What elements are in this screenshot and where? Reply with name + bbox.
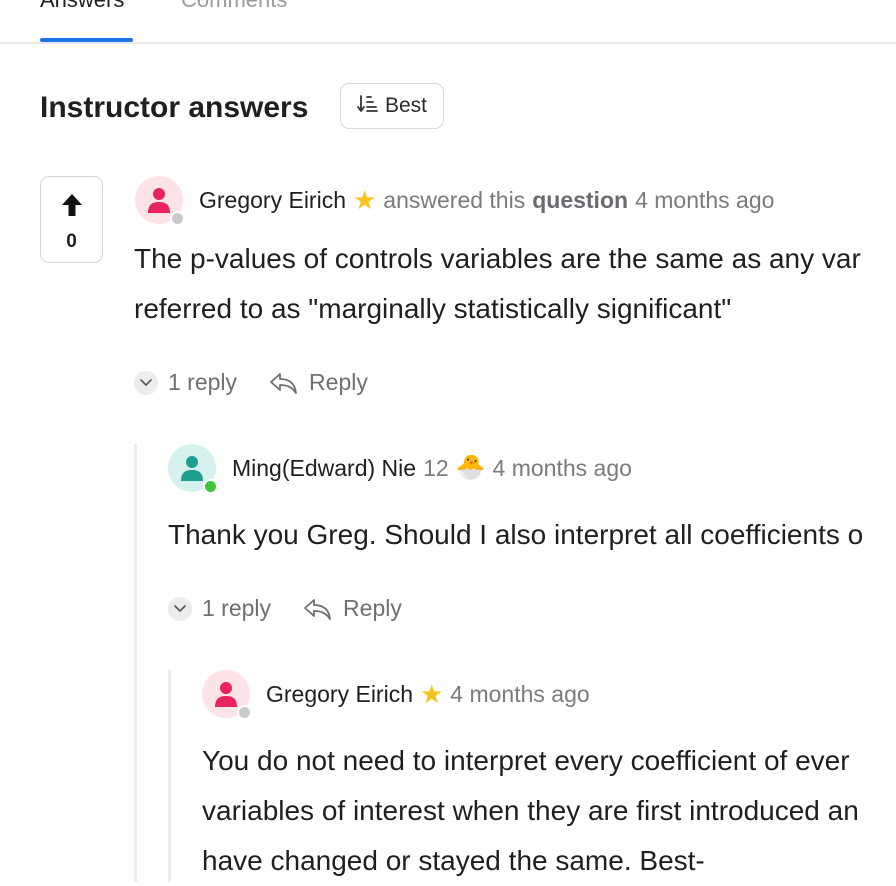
chevron-down-icon[interactable] [134, 370, 158, 395]
author-name[interactable]: Ming(Edward) Nie [232, 453, 416, 483]
section-title: Instructor answers [40, 91, 309, 124]
star-icon: ★ [419, 679, 444, 709]
person-icon [148, 188, 170, 213]
star-icon: ★ [352, 185, 377, 215]
reply-body-line: Thank you Greg. Should I also interpret … [168, 519, 864, 550]
answer-actions: 1 reply Reply [134, 369, 368, 396]
sort-label: Best [384, 94, 428, 117]
answer-meta: Gregory Eirich ★ answered this question … [199, 185, 774, 215]
reply-icon [304, 598, 331, 620]
person-icon [181, 456, 203, 481]
reply-meta: Gregory Eirich ★ 4 months ago [266, 679, 590, 709]
avatar[interactable] [168, 444, 218, 494]
reply-body-line: variables of interest when they are firs… [202, 795, 859, 826]
timestamp: 4 months ago [450, 681, 590, 707]
karma-score: 12 [423, 455, 449, 481]
reply-count[interactable]: 1 reply [168, 369, 237, 396]
reply-icon [270, 372, 297, 394]
reply-count[interactable]: 1 reply [202, 595, 271, 622]
reply-button[interactable]: Reply [303, 595, 402, 622]
answer-body-line: referred to as "marginally statistically… [134, 293, 732, 324]
reply-label: Reply [343, 595, 402, 621]
sort-button[interactable]: Best [340, 83, 444, 129]
status-dot [237, 705, 252, 720]
vote-box: 0 [40, 176, 103, 263]
person-icon [215, 682, 237, 707]
chevron-down-icon[interactable] [168, 596, 192, 621]
reply-meta: Ming(Edward) Nie 12 🐣 4 months ago [232, 453, 632, 483]
thread-line [168, 670, 171, 882]
timestamp: 4 months ago [492, 455, 632, 481]
answer-body-line: The p-values of controls variables are t… [134, 243, 861, 274]
reply-body-line: You do not need to interpret every coeff… [202, 745, 850, 776]
reply-actions: 1 reply Reply [168, 595, 402, 622]
vote-count: 0 [66, 231, 77, 252]
author-name[interactable]: Gregory Eirich [266, 679, 413, 709]
tab-answers[interactable]: Answers [40, 0, 124, 14]
avatar[interactable] [135, 176, 185, 226]
active-tab-indicator [40, 38, 133, 42]
timestamp: 4 months ago [635, 187, 775, 213]
status-dot [203, 479, 218, 494]
reply-label: Reply [309, 369, 368, 395]
sort-icon [357, 93, 379, 120]
thread-line [134, 444, 137, 882]
action-text: answered this [383, 187, 526, 213]
author-name[interactable]: Gregory Eirich [199, 185, 346, 215]
avatar[interactable] [202, 670, 252, 720]
status-dot [170, 211, 185, 226]
reply-button[interactable]: Reply [269, 369, 368, 396]
tab-comments[interactable]: Comments [181, 0, 287, 14]
tab-bar: Answers Comments [0, 0, 896, 44]
chick-badge-icon: 🐣 [455, 454, 486, 481]
upvote-icon[interactable] [60, 192, 84, 223]
reply-body-line: have changed or stayed the same. Best- [202, 845, 705, 876]
question-link[interactable]: question [532, 185, 628, 215]
